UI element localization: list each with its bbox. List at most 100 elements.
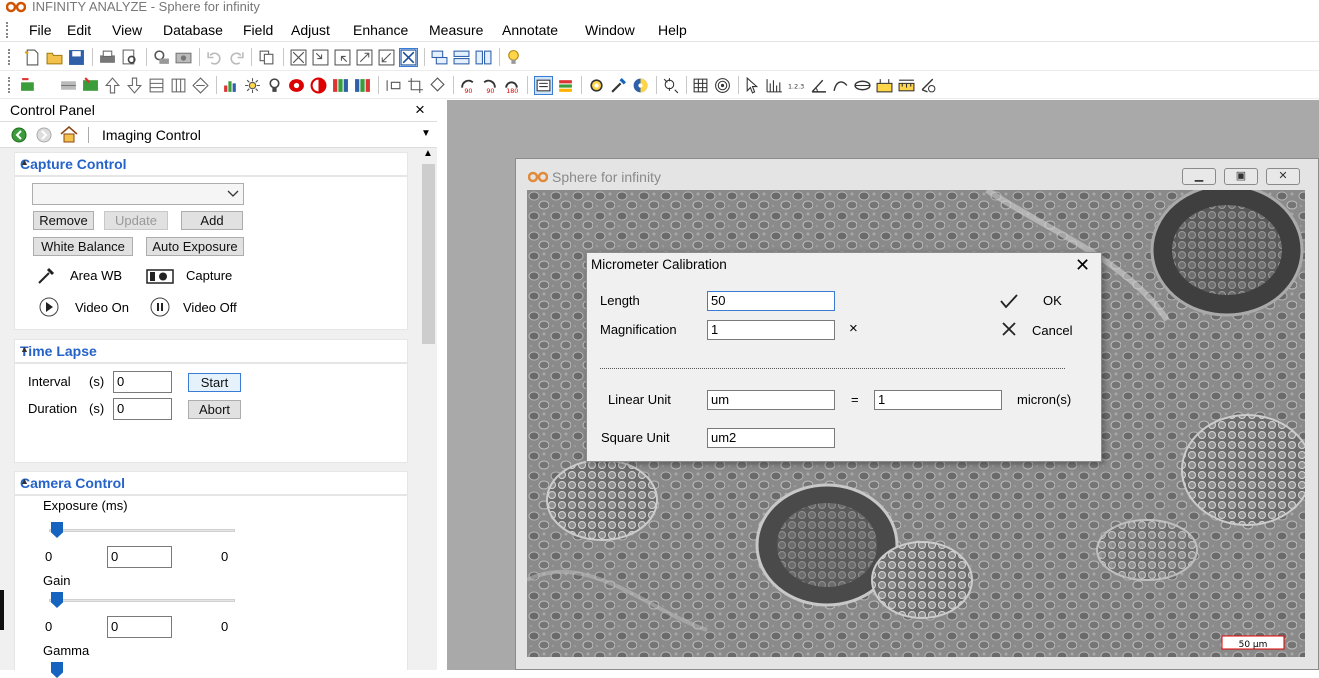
play-icon[interactable] (37, 297, 61, 317)
rotate-90-left-icon[interactable]: 90 (459, 77, 476, 94)
remove-button[interactable]: Remove (33, 211, 94, 230)
ruler-measure-icon[interactable] (898, 77, 915, 94)
menu-field[interactable]: Field (243, 22, 273, 38)
white-balance-button[interactable]: White Balance (33, 237, 133, 256)
flip-horizontal-icon[interactable] (385, 77, 402, 94)
menu-enhance[interactable]: Enhance (353, 22, 408, 38)
target-icon[interactable] (714, 77, 731, 94)
cancel-button[interactable]: Cancel (1032, 323, 1072, 338)
angle-measure-icon[interactable] (810, 77, 827, 94)
bulb-icon[interactable] (266, 77, 283, 94)
start-button[interactable]: Start (188, 373, 241, 392)
distribute-vertical-icon[interactable] (148, 77, 165, 94)
video-off-label[interactable]: Video Off (183, 300, 237, 315)
exposure-slider[interactable] (49, 529, 235, 532)
new-file-icon[interactable] (24, 49, 41, 66)
crop-icon[interactable] (407, 77, 424, 94)
menu-database[interactable]: Database (163, 22, 223, 38)
camera-control-header[interactable]: Camera Control ▲ (14, 471, 408, 495)
redo-icon[interactable] (228, 49, 245, 66)
scroll-up-icon[interactable]: ▲ (423, 148, 433, 159)
close-window-button[interactable]: ✕ (1266, 168, 1300, 185)
pointer-icon[interactable] (744, 77, 761, 94)
collapse-arrow-icon[interactable]: ▲ (20, 476, 401, 486)
distribute-horizontal-icon[interactable] (170, 77, 187, 94)
eyedropper-icon[interactable] (36, 267, 56, 285)
auto-exposure-button[interactable]: Auto Exposure (146, 237, 244, 256)
menu-adjust[interactable]: Adjust (291, 22, 330, 38)
minimize-button[interactable]: ▁ (1182, 168, 1216, 185)
layers-icon[interactable] (557, 77, 574, 94)
fit-window-icon[interactable] (290, 49, 307, 66)
rotate-icon[interactable] (429, 77, 446, 94)
menu-window[interactable]: Window (585, 22, 635, 38)
merge-layers-icon[interactable] (82, 77, 99, 94)
fit-to-screen-icon[interactable] (399, 48, 418, 67)
ellipse-measure-icon[interactable] (854, 77, 871, 94)
gain-input[interactable]: 0 (107, 616, 172, 638)
dialog-close-icon[interactable]: ✕ (1075, 255, 1090, 276)
abort-button[interactable]: Abort (188, 400, 241, 419)
help-hint-icon[interactable] (505, 49, 522, 66)
camera-icon[interactable] (146, 267, 174, 284)
forward-icon[interactable] (36, 127, 52, 143)
rgb-channels-icon[interactable] (332, 77, 349, 94)
capture-camera-icon[interactable] (20, 77, 37, 94)
collapse-arrow-icon[interactable]: ▲ (20, 344, 401, 354)
tile-vertical-icon[interactable] (475, 49, 492, 66)
ok-button[interactable]: OK (1043, 293, 1062, 308)
open-folder-icon[interactable] (46, 49, 63, 66)
home-icon[interactable] (60, 126, 78, 143)
curve-measure-icon[interactable] (832, 77, 849, 94)
interval-input[interactable]: 0 (113, 371, 172, 393)
maximize-button[interactable]: ▣ (1224, 168, 1258, 185)
duration-input[interactable]: 0 (113, 398, 172, 420)
collapse-arrow-icon[interactable]: ▲ (20, 157, 401, 167)
scanner-icon[interactable] (153, 49, 170, 66)
video-on-label[interactable]: Video On (75, 300, 129, 315)
square-unit-input[interactable]: um2 (707, 428, 835, 448)
length-input[interactable]: 50 (707, 291, 835, 311)
preset-select[interactable] (32, 183, 244, 205)
panel-scrollbar[interactable]: ▲ (420, 148, 437, 670)
gain-slider[interactable] (49, 599, 235, 602)
back-icon[interactable] (11, 127, 27, 143)
undo-icon[interactable] (206, 49, 223, 66)
pipette-icon[interactable] (610, 77, 627, 94)
calibration-icon[interactable] (534, 76, 553, 95)
area-wb-label[interactable]: Area WB (70, 268, 122, 283)
arrow-down-icon[interactable] (126, 77, 143, 94)
tile-horizontal-icon[interactable] (453, 49, 470, 66)
restore-size-icon[interactable] (378, 49, 395, 66)
copy-icon[interactable] (258, 49, 275, 66)
pause-icon[interactable] (148, 297, 172, 317)
cascade-windows-icon[interactable] (431, 49, 448, 66)
count-points-icon[interactable]: 1.2.3. (788, 77, 805, 94)
focus-tool-icon[interactable] (662, 77, 679, 94)
linear-unit-input[interactable]: um (707, 390, 835, 410)
check-icon[interactable] (999, 293, 1019, 309)
grid-icon[interactable] (692, 77, 709, 94)
add-button[interactable]: Add (181, 211, 243, 230)
camera-capture-icon[interactable] (175, 49, 192, 66)
menu-view[interactable]: View (112, 22, 142, 38)
exposure-slider-thumb[interactable] (51, 522, 63, 538)
histogram-icon[interactable] (222, 77, 239, 94)
settings-gear-icon[interactable] (588, 77, 605, 94)
stitch-icon[interactable] (60, 77, 77, 94)
scrollbar-thumb[interactable] (422, 164, 435, 344)
color-channels-icon[interactable] (354, 77, 371, 94)
menu-file[interactable]: File (29, 22, 52, 38)
brightness-icon[interactable] (244, 77, 261, 94)
save-icon[interactable] (68, 49, 85, 66)
capture-control-header[interactable]: Capture Control ▲ (14, 152, 408, 176)
actual-size-icon[interactable] (356, 49, 373, 66)
gain-slider-thumb[interactable] (51, 592, 63, 608)
rotate-90-right-icon[interactable]: 90 (481, 77, 498, 94)
zoom-in-window-icon[interactable] (312, 49, 329, 66)
update-button[interactable]: Update (104, 211, 168, 230)
print-preview-icon[interactable] (121, 49, 138, 66)
annotate-tool-icon[interactable] (920, 77, 937, 94)
arrow-up-icon[interactable] (104, 77, 121, 94)
menu-help[interactable]: Help (658, 22, 687, 38)
